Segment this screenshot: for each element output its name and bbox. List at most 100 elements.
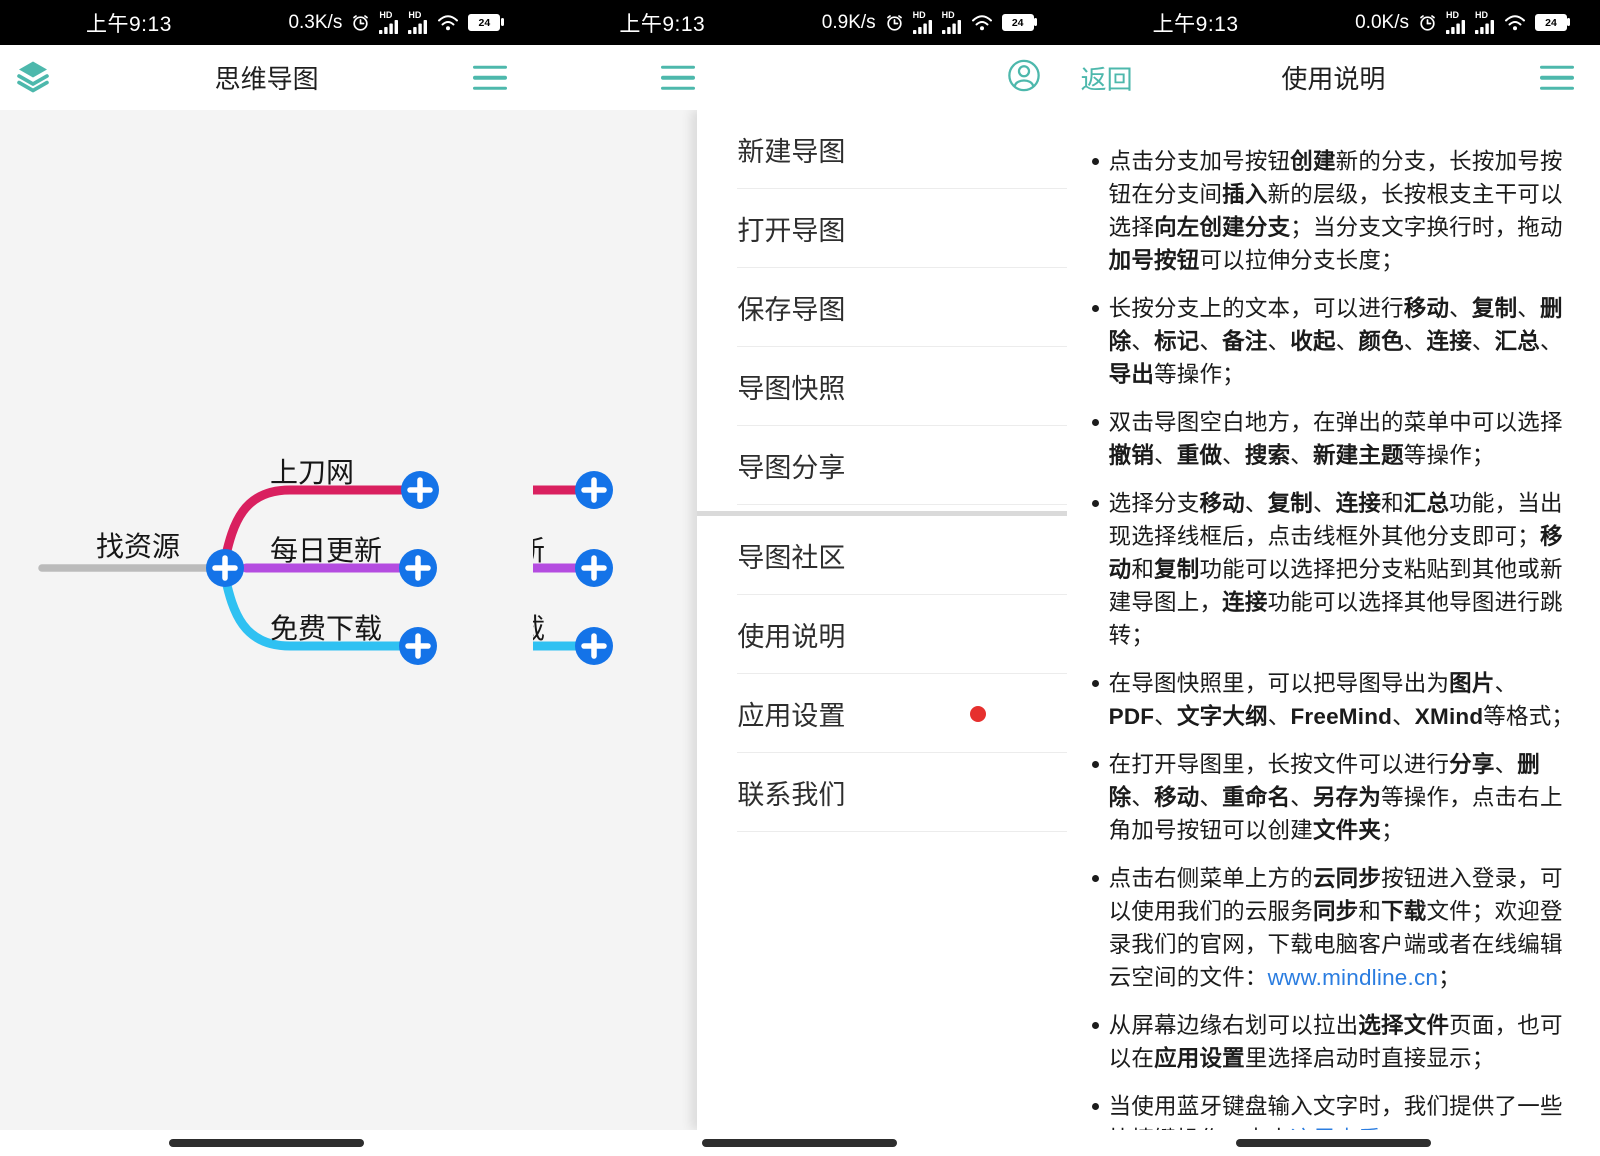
menu-icon[interactable]: [661, 58, 695, 97]
branch-plus-button[interactable]: [575, 549, 613, 587]
gesture-bar-area: [533, 1130, 1066, 1156]
text-segment: 新建主题: [1313, 443, 1404, 468]
gesture-pill[interactable]: [169, 1139, 364, 1147]
status-bar: 上午9:13 0.0K/s HD HD 24: [1067, 0, 1600, 45]
account-icon[interactable]: [1007, 58, 1041, 97]
menu-item[interactable]: 打开导图: [697, 189, 1066, 268]
text-segment: PDF: [1109, 704, 1155, 729]
text-segment: 从屏幕边缘右划可以拉出: [1109, 1013, 1359, 1038]
text-segment: 撤销: [1109, 443, 1154, 468]
alarm-clock-icon: [1418, 13, 1437, 32]
menu-item[interactable]: 使用说明: [697, 595, 1066, 674]
text-segment: 连接: [1427, 329, 1472, 354]
page-title: 思维导图: [0, 59, 533, 96]
menu-item[interactable]: 保存导图: [697, 268, 1066, 347]
branch-plus-button[interactable]: [401, 471, 439, 509]
drawer-screen: 新 载 新建导图打开导图保存导图导图快照导图分享 导图社区使用说明应用设置联系我…: [533, 110, 1066, 1130]
menu-item[interactable]: 导图快照: [697, 347, 1066, 426]
app-bar: 返回 使用说明: [1067, 45, 1600, 110]
battery-level: 24: [478, 17, 490, 29]
branch-plus-button[interactable]: [575, 627, 613, 665]
inline-link[interactable]: 这里查看: [1290, 1127, 1381, 1130]
text-segment: 复制: [1154, 557, 1199, 582]
text-segment: 、: [1495, 752, 1518, 777]
text-segment: 移动: [1154, 785, 1199, 810]
text-segment: 、: [1290, 785, 1313, 810]
menu-item-label: 导图快照: [737, 367, 845, 406]
menu-item[interactable]: 新建导图: [697, 110, 1066, 189]
text-segment: 、: [1472, 329, 1495, 354]
text-segment: 标记: [1154, 329, 1199, 354]
menu-icon[interactable]: [1540, 58, 1574, 97]
root-node-label[interactable]: 找资源: [96, 531, 180, 562]
instruction-item: 在打开导图里，长按文件可以进行分享、删除、移动、重命名、另存为等操作，点击右上角…: [1091, 748, 1578, 847]
text-segment: FreeMind: [1290, 704, 1392, 729]
text-segment: 等操作；: [1404, 443, 1495, 468]
text-segment: 下载: [1381, 899, 1426, 924]
text-segment: 分享: [1449, 752, 1494, 777]
text-segment: 文字大纲: [1177, 704, 1268, 729]
text-segment: 汇总: [1404, 491, 1449, 516]
text-segment: 、: [1199, 329, 1222, 354]
text-segment: 连接: [1336, 491, 1381, 516]
branch-plus-button[interactable]: [399, 627, 437, 665]
battery-icon: 24: [468, 14, 500, 31]
status-time: 上午9:13: [86, 8, 172, 38]
text-segment: 、: [1245, 491, 1268, 516]
branch-label[interactable]: 每日更新: [270, 535, 382, 566]
instructions-list: 点击分支加号按钮创建新的分支，长按加号按钮在分支间插入新的层级，长按根支主干可以…: [1067, 110, 1600, 1130]
text-segment: 、: [1404, 329, 1427, 354]
clipped-branch-label: 载: [533, 613, 545, 644]
signal-sim2-icon: HD: [1475, 11, 1495, 34]
signal-sim2-icon: HD: [408, 11, 428, 34]
text-segment: 等格式；: [1483, 704, 1574, 729]
triple-screenshot-strip: 上午9:13 0.3K/s HD HD 24 思维导图 找资源: [0, 0, 1600, 1156]
text-segment: 云同步: [1313, 866, 1381, 891]
gesture-pill[interactable]: [1236, 1139, 1431, 1147]
signal-sim1-icon: HD: [1446, 11, 1466, 34]
branch-plus-button[interactable]: [399, 549, 437, 587]
menu-item-label: 新建导图: [737, 130, 845, 169]
menu-item-label: 使用说明: [737, 615, 845, 654]
menu-item[interactable]: 导图分享: [697, 426, 1066, 505]
text-segment: 、: [1290, 443, 1313, 468]
text-segment: 连接: [1222, 590, 1267, 615]
inline-link[interactable]: www.mindline.cn: [1268, 965, 1439, 990]
text-segment: 收起: [1290, 329, 1335, 354]
menu-item[interactable]: 应用设置: [697, 674, 1066, 753]
text-segment: 点击分支加号按钮: [1109, 149, 1291, 174]
status-bar: 上午9:13 0.9K/s HD HD 24: [533, 0, 1066, 45]
text-segment: 、: [1154, 704, 1177, 729]
text-segment: 可以拉伸分支长度；: [1199, 248, 1403, 273]
branch-label[interactable]: 上刀网: [270, 457, 354, 488]
status-net-speed: 0.0K/s: [1355, 12, 1409, 34]
text-segment: 移动: [1199, 491, 1244, 516]
status-icons: 0.9K/s HD HD 24: [822, 11, 1034, 34]
wifi-icon: [971, 14, 993, 31]
text-segment: 重命名: [1222, 785, 1290, 810]
text-segment: ；: [1381, 818, 1404, 843]
text-segment: 等操作；: [1154, 362, 1245, 387]
panel-mindmap: 上午9:13 0.3K/s HD HD 24 思维导图 找资源: [0, 0, 533, 1156]
drawer-group-1: 新建导图打开导图保存导图导图快照导图分享: [697, 110, 1066, 505]
text-segment: 选择文件: [1358, 1013, 1449, 1038]
menu-item-label: 导图分享: [737, 446, 845, 485]
menu-item[interactable]: 联系我们: [697, 753, 1066, 832]
notification-dot: [970, 706, 986, 722]
app-bar: 思维导图: [0, 45, 533, 110]
menu-icon[interactable]: [473, 58, 507, 97]
battery-icon: 24: [1535, 14, 1567, 31]
mindmap-canvas[interactable]: 找资源 上刀网 每日更新 免费下载: [0, 110, 533, 1130]
branch-label[interactable]: 免费下载: [270, 613, 382, 644]
status-icons: 0.0K/s HD HD 24: [1355, 11, 1567, 34]
root-plus-button[interactable]: [206, 549, 244, 587]
menu-item-label: 联系我们: [737, 773, 845, 812]
text-segment: 、: [1336, 329, 1359, 354]
branch-plus-button[interactable]: [575, 471, 613, 509]
gesture-pill[interactable]: [702, 1139, 897, 1147]
menu-item[interactable]: 导图社区: [697, 516, 1066, 595]
text-segment: 应用设置: [1154, 1046, 1245, 1071]
text-segment: 、: [1131, 329, 1154, 354]
text-segment: 和: [1381, 491, 1404, 516]
menu-item-label: 打开导图: [737, 209, 845, 248]
